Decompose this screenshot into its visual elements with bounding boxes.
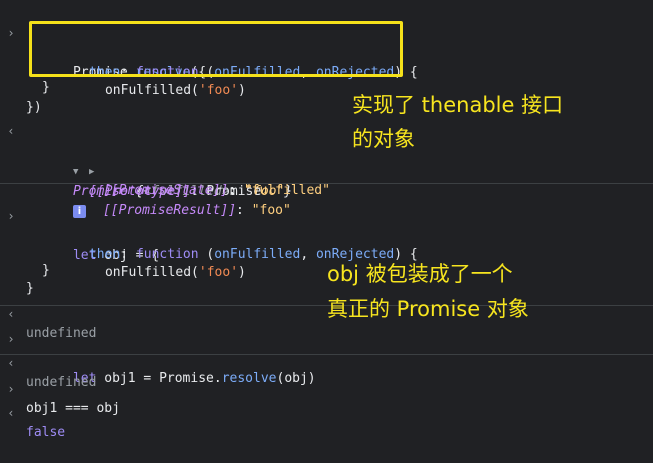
result-value: false (26, 425, 66, 440)
console-input-line: › let obj = { (0, 186, 653, 263)
annotation-wrapped-line1: obj 被包装成了一个 (327, 262, 513, 286)
console-result-line: [[PromiseState]]: "fulfilled" (102, 183, 330, 198)
divider (0, 183, 653, 184)
console-result-line: ‹ false (0, 383, 653, 440)
annotation-thenable-line1: 实现了 thenable 接口 (352, 93, 564, 117)
highlight-box (29, 21, 403, 77)
console-input-line: › Promise.resolve({ (0, 3, 653, 80)
console-result-line[interactable]: ▶ [[Prototype]]: Promise (0, 121, 653, 199)
console-input-line: then: function (onFulfilled, onRejected)… (0, 205, 653, 262)
divider (0, 354, 653, 355)
console-input-line: › obj1 === obj (0, 359, 653, 416)
devtools-console: › Promise.resolve({ then: function (onFu… (0, 0, 653, 440)
console-result-line: [[PromiseResult]]: "foo" (102, 203, 291, 218)
console-result-line: ‹ undefined (0, 333, 653, 390)
annotation-thenable-line2: 的对象 (352, 127, 415, 151)
annotation-wrapped-line2: 真正的 Promise 对象 (327, 297, 529, 321)
return-arrow-icon: ‹ (7, 406, 15, 420)
console-input-line: onFulfilled('foo') (0, 223, 653, 280)
console-input-line: } (0, 241, 653, 278)
